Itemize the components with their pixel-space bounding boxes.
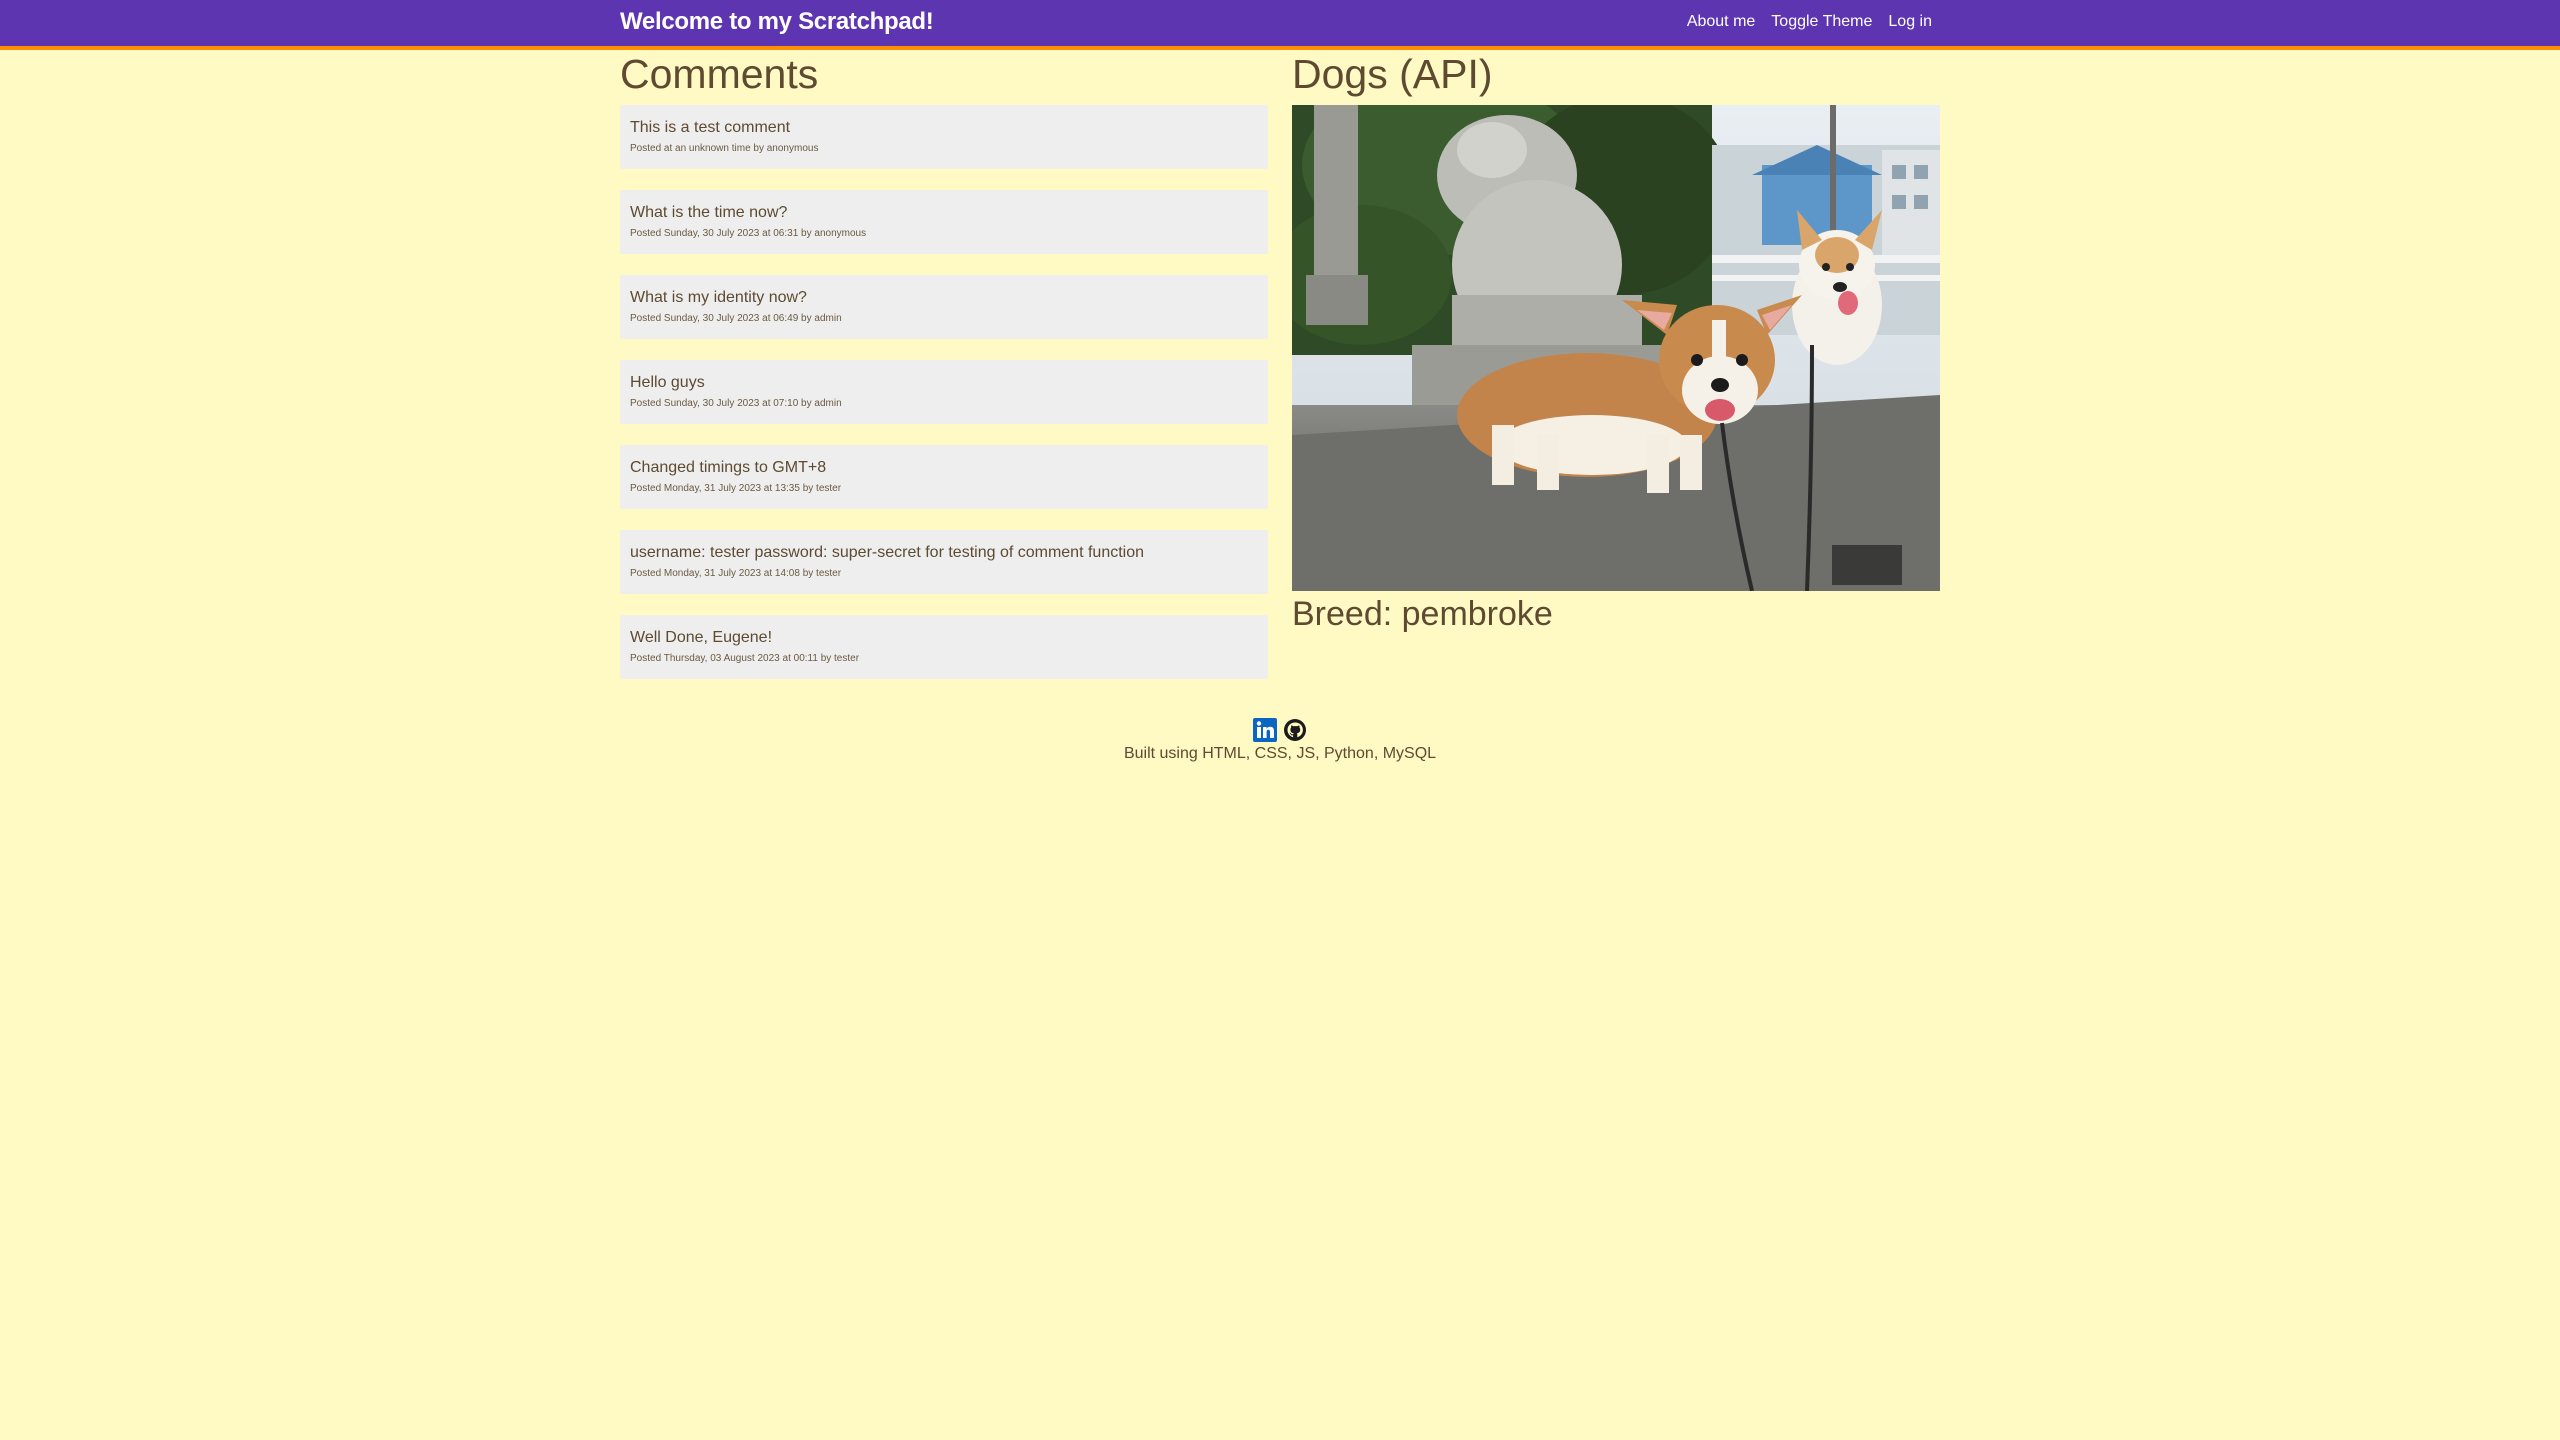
navbar: Welcome to my Scratchpad! About me Toggl… [0,0,2560,50]
comment-meta: Posted Sunday, 30 July 2023 at 06:49 by … [630,313,842,324]
comment-meta: Posted Monday, 31 July 2023 at 14:08 by … [630,568,842,579]
nav-toggle-theme-link[interactable]: Toggle Theme [1771,13,1872,31]
comment-text: Changed timings to GMT+8 [630,459,827,476]
comment-card: username: tester password: super-secret … [620,530,1268,594]
comment-card: What is the time now? Posted Sunday, 30 … [620,190,1268,254]
comment-text: Hello guys [630,374,705,391]
comment-meta: Posted Thursday, 03 August 2023 at 00:11… [630,653,860,664]
comment-text: What is my identity now? [630,289,807,306]
dog-photo [1292,105,1940,591]
dogs-title: Dogs (API) [1292,51,1493,97]
footer: Built using HTML, CSS, JS, Python, MySQL [0,716,2560,764]
nav-about-me-link[interactable]: About me [1687,13,1755,31]
nav-login-link[interactable]: Log in [1888,13,1932,31]
comment-text: What is the time now? [630,204,788,221]
comment-meta: Posted at an unknown time by anonymous [630,143,819,154]
footer-icons [0,716,2560,744]
dog-breed-label: Breed: pembroke [1292,595,1553,633]
nav-links: About me Toggle Theme Log in [1687,13,1932,31]
dogs-section: Dogs (API) Breed: pembroke [1292,50,1940,635]
comment-card: What is my identity now? Posted Sunday, … [620,275,1268,339]
comments-title: Comments [620,51,819,97]
site-title[interactable]: Welcome to my Scratchpad! [620,8,934,36]
github-icon[interactable] [1283,718,1307,742]
comment-card: Well Done, Eugene! Posted Thursday, 03 A… [620,615,1268,679]
comment-card: Hello guys Posted Sunday, 30 July 2023 a… [620,360,1268,424]
comment-text: This is a test comment [630,119,791,136]
comment-meta: Posted Sunday, 30 July 2023 at 07:10 by … [630,398,842,409]
comments-section: Comments This is a test comment Posted a… [620,50,1268,700]
comment-card: Changed timings to GMT+8 Posted Monday, … [620,445,1268,509]
comment-text: username: tester password: super-secret … [630,544,1145,561]
comment-card: This is a test comment Posted at an unkn… [620,105,1268,169]
comment-meta: Posted Sunday, 30 July 2023 at 06:31 by … [630,228,867,239]
comment-text: Well Done, Eugene! [630,629,773,646]
comment-meta: Posted Monday, 31 July 2023 at 13:35 by … [630,483,842,494]
linkedin-icon[interactable] [1253,718,1277,742]
footer-built-with: Built using HTML, CSS, JS, Python, MySQL [1123,745,1437,762]
